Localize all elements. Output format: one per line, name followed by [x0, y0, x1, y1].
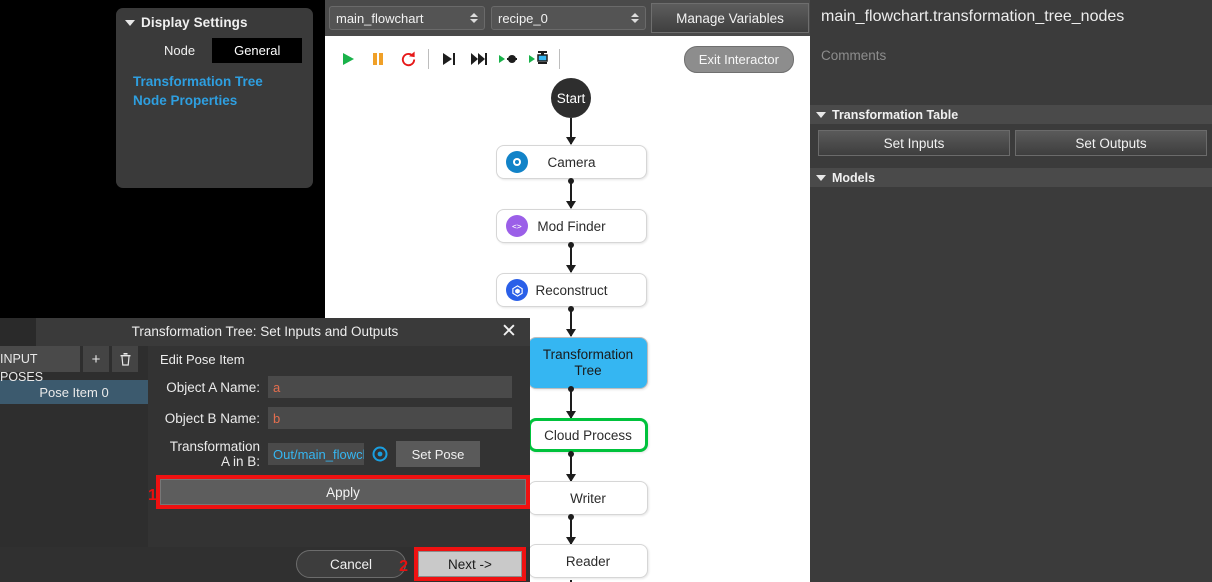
- transformation-table-buttons: Set Inputs Set Outputs: [810, 124, 1212, 156]
- play-icon[interactable]: [333, 44, 363, 74]
- cancel-button[interactable]: Cancel: [296, 550, 406, 578]
- add-pose-button[interactable]: +: [83, 346, 109, 372]
- cube-icon: [506, 279, 528, 301]
- reload-icon[interactable]: [393, 44, 423, 74]
- node-transformation-tree[interactable]: Transformation Tree: [528, 337, 648, 389]
- pause-icon[interactable]: [363, 44, 393, 74]
- input-poses-label: INPUT POSES: [0, 346, 80, 384]
- set-pose-button[interactable]: Set Pose: [396, 441, 480, 467]
- dialog-footer: Cancel 2 Next ->: [0, 547, 530, 582]
- node-reader-label: Reader: [565, 553, 611, 569]
- chevron-down-icon: [816, 111, 826, 118]
- node-writer-label: Writer: [570, 490, 606, 506]
- node-mod-finder-label: Mod Finder: [537, 218, 606, 234]
- playback-toolbar: Exit Interactor: [325, 36, 810, 82]
- toolbar-divider: [428, 49, 429, 69]
- dialog-titlebar: Transformation Tree: Set Inputs and Outp…: [0, 318, 530, 346]
- node-reader[interactable]: Reader: [528, 544, 648, 578]
- exit-interactor-button[interactable]: Exit Interactor: [683, 46, 794, 73]
- object-a-field[interactable]: a: [268, 376, 512, 398]
- right-panel: main_flowchart.transformation_tree_nodes…: [810, 0, 1212, 582]
- spinner-arrows-icon: [631, 13, 639, 23]
- input-poses-pane: INPUT POSES + Pose Item 0: [0, 346, 148, 547]
- node-transformation-tree-label: Transformation Tree: [542, 347, 634, 378]
- object-b-row: Object B Name: b: [160, 407, 530, 429]
- display-settings-title: Display Settings: [141, 15, 248, 30]
- edge-reconstruct-transformtree: [566, 306, 576, 337]
- fast-forward-icon[interactable]: [464, 44, 494, 74]
- step-forward-icon[interactable]: [434, 44, 464, 74]
- page-title: main_flowchart.transformation_tree_nodes: [821, 8, 1125, 25]
- run-to-node-icon[interactable]: [494, 44, 524, 74]
- object-a-row: Object A Name: a: [160, 376, 530, 398]
- set-outputs-button[interactable]: Set Outputs: [1015, 130, 1207, 156]
- node-camera[interactable]: Camera: [496, 145, 647, 179]
- transformation-label: Transformation A in B:: [169, 439, 260, 469]
- manage-variables-button[interactable]: Manage Variables: [651, 3, 809, 33]
- tab-node[interactable]: Node: [147, 38, 212, 63]
- toolbar-divider: [559, 49, 560, 69]
- next-step-marker: 2: [399, 558, 408, 575]
- flowchart-select-value: main_flowchart: [336, 10, 424, 26]
- section-models-title: Models: [832, 170, 876, 185]
- object-b-label: Object B Name:: [164, 410, 260, 426]
- comments-placeholder[interactable]: Comments: [810, 26, 1212, 63]
- section-models[interactable]: Models: [810, 168, 1212, 187]
- dialog-title: Transformation Tree: Set Inputs and Outp…: [131, 324, 399, 339]
- edit-pose-title: Edit Pose Item: [160, 352, 245, 367]
- next-button[interactable]: Next ->: [414, 547, 526, 581]
- run-interactor-icon[interactable]: [524, 44, 554, 74]
- display-settings-panel: Display Settings Node General Transforma…: [116, 8, 313, 188]
- chevron-down-icon: [816, 174, 826, 181]
- recipe-select[interactable]: recipe_0: [491, 6, 646, 30]
- code-brackets-icon: <>: [506, 215, 528, 237]
- display-settings-tabs: Node General: [116, 38, 313, 63]
- node-camera-label: Camera: [547, 154, 596, 170]
- camera-icon: [506, 151, 528, 173]
- section-transformation-table[interactable]: Transformation Table: [810, 105, 1212, 124]
- set-inputs-button[interactable]: Set Inputs: [818, 130, 1010, 156]
- edge-modfinder-reconstruct: [566, 242, 576, 273]
- object-b-field[interactable]: b: [268, 407, 512, 429]
- top-toolbar: main_flowchart recipe_0 Manage Variables: [325, 0, 810, 36]
- object-a-label: Object A Name:: [166, 379, 260, 395]
- recipe-select-value: recipe_0: [498, 10, 548, 26]
- edge-start-camera: [566, 118, 576, 145]
- apply-row: 1 Apply: [148, 475, 530, 509]
- set-inputs-outputs-dialog: Transformation Tree: Set Inputs and Outp…: [0, 318, 530, 582]
- edge-camera-modfinder: [566, 178, 576, 209]
- spinner-arrows-icon: [470, 13, 478, 23]
- node-writer[interactable]: Writer: [528, 481, 648, 515]
- section-transformation-table-title: Transformation Table: [832, 107, 959, 122]
- transformation-field[interactable]: Out/main_flowcha: [268, 443, 364, 465]
- input-poses-header: INPUT POSES +: [0, 346, 148, 384]
- apply-step-marker: 1: [148, 487, 157, 504]
- target-icon[interactable]: [372, 446, 388, 462]
- chevron-down-icon: [125, 19, 135, 26]
- close-icon[interactable]: ✕: [498, 321, 520, 343]
- node-start[interactable]: Start: [551, 78, 591, 118]
- edge-writer-reader: [566, 514, 576, 545]
- apply-button[interactable]: Apply: [156, 475, 530, 509]
- edge-transformtree-cloudprocess: [566, 386, 576, 419]
- transformation-row: Transformation A in B: Out/main_flowcha …: [160, 439, 530, 469]
- edit-pose-pane: Edit Pose Item Object A Name: a Object B…: [148, 346, 530, 547]
- svg-text:<>: <>: [512, 222, 522, 231]
- display-settings-header[interactable]: Display Settings: [116, 8, 313, 30]
- node-reconstruct[interactable]: Reconstruct: [496, 273, 647, 307]
- node-cloud-process[interactable]: Cloud Process: [528, 418, 648, 452]
- link-node-properties[interactable]: Node Properties: [133, 91, 313, 110]
- link-transformation-tree[interactable]: Transformation Tree: [133, 72, 313, 91]
- tab-general[interactable]: General: [212, 38, 303, 63]
- node-reconstruct-label: Reconstruct: [535, 282, 608, 298]
- edge-cloudprocess-writer: [566, 451, 576, 482]
- flowchart-select[interactable]: main_flowchart: [329, 6, 485, 30]
- display-settings-links: Transformation Tree Node Properties: [116, 63, 313, 110]
- node-mod-finder[interactable]: <> Mod Finder: [496, 209, 647, 243]
- delete-pose-icon[interactable]: [112, 346, 138, 372]
- node-cloud-process-label: Cloud Process: [544, 427, 632, 443]
